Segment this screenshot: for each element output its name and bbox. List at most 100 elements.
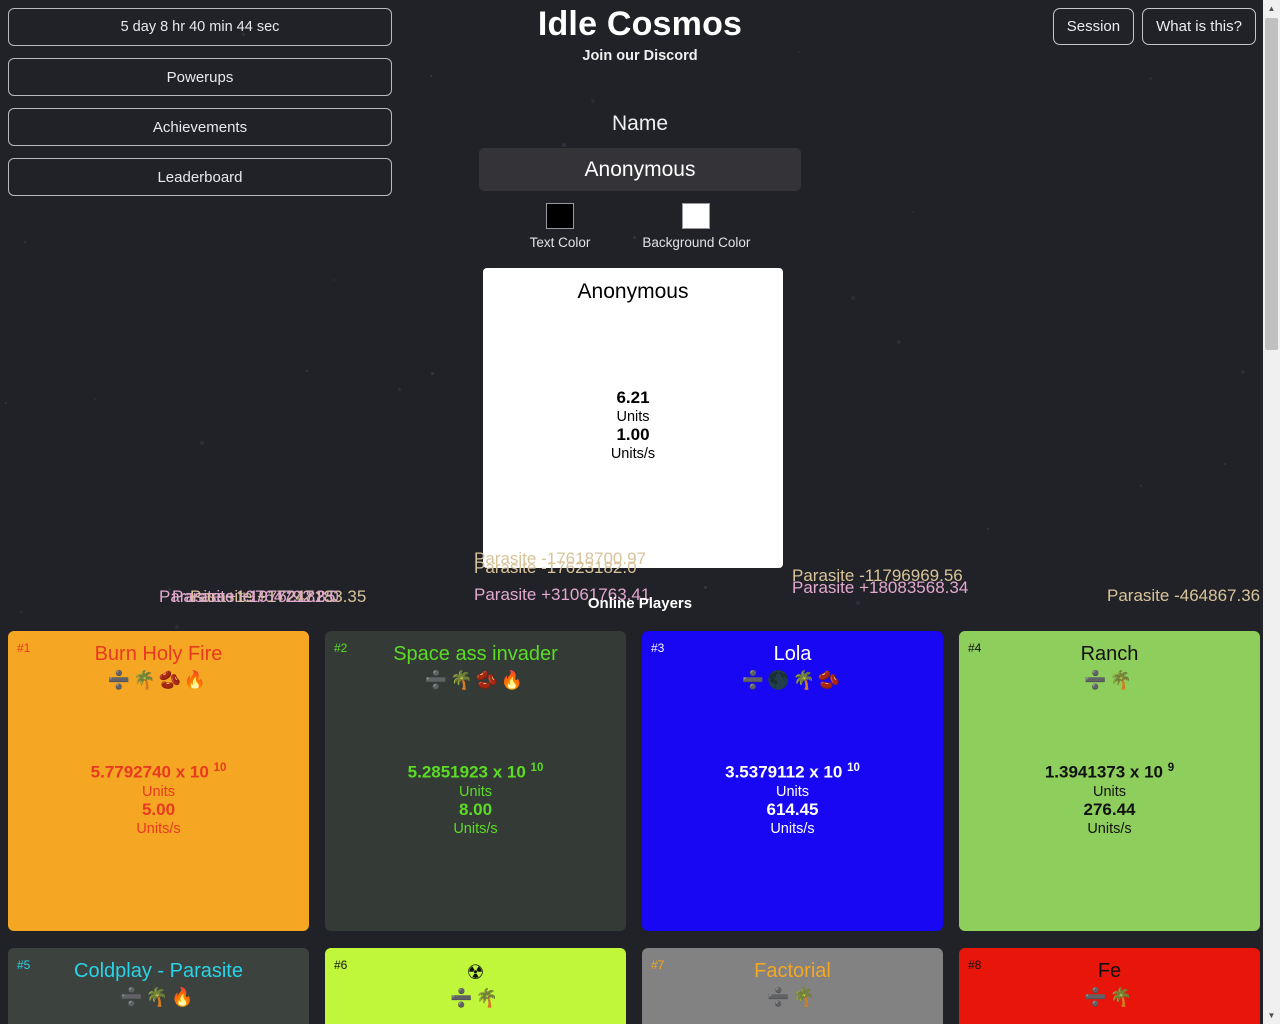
star-dot (94, 398, 96, 400)
preview-units-label: Units (616, 409, 650, 425)
name-settings-section: Name Text Color Background Color (0, 112, 1280, 250)
scroll-down-arrow-icon[interactable]: ▼ (1263, 1007, 1280, 1024)
star-dot (430, 75, 432, 77)
player-units-exponent: 10 (847, 762, 860, 774)
player-rank: #7 (651, 958, 665, 972)
player-rank: #3 (651, 641, 665, 655)
star-dot (987, 528, 989, 530)
player-units-value: 5.2851923 x 10 10 (407, 762, 544, 782)
star-dot (897, 340, 901, 344)
preview-rate-label: Units/s (610, 446, 656, 462)
player-rate-label: Units/s (770, 820, 815, 837)
player-rank: #5 (17, 958, 31, 972)
what-is-this-button[interactable]: What is this? (1142, 8, 1256, 45)
star-dot (1140, 485, 1142, 487)
player-rate-label: Units/s (1087, 820, 1132, 837)
header-actions: Session What is this? (1052, 8, 1256, 45)
preview-player-name: Anonymous (577, 280, 689, 303)
player-powerup-icons: ➗🌴 (1084, 670, 1135, 690)
player-card[interactable]: #6 ☢ ➗🌴 (325, 948, 626, 1024)
player-stats: 5.7792740 x 10 10 Units 5.00 Units/s (8, 762, 309, 837)
background-color-picker: Background Color (642, 203, 750, 250)
player-card[interactable]: #1 Burn Holy Fire ➗🌴🫘🔥 5.7792740 x 10 10 Uni… (8, 631, 309, 931)
idle-cosmos-page: 5 day 8 hr 40 min 44 sec Powerups Achiev… (0, 0, 1280, 1024)
player-rank: #8 (968, 958, 982, 972)
star-dot (175, 625, 179, 629)
star-dot (704, 586, 707, 589)
star-dot (798, 51, 800, 53)
page-scrollbar[interactable]: ▲ ▼ (1263, 0, 1280, 1024)
star-dot (1149, 77, 1152, 80)
player-units-value: 3.5379112 x 10 10 (725, 762, 860, 782)
session-timer-display: 5 day 8 hr 40 min 44 sec (8, 8, 392, 46)
discord-link[interactable]: Join our Discord (582, 48, 697, 64)
player-name: ☢ (466, 962, 485, 984)
player-rate-value: 276.44 (1083, 799, 1136, 819)
player-name: Burn Holy Fire (94, 643, 223, 665)
name-input[interactable] (479, 148, 801, 191)
text-color-swatch[interactable] (545, 203, 574, 229)
player-rate-value: 5.00 (141, 799, 176, 819)
player-rank: #4 (968, 641, 982, 655)
player-card[interactable]: #5 Coldplay - Parasite ➗🌴🔥 (8, 948, 309, 1024)
player-units-label: Units (775, 783, 810, 800)
background-color-swatch[interactable] (682, 203, 711, 229)
player-rank: #6 (334, 958, 348, 972)
player-rate-value: 8.00 (458, 799, 493, 819)
star-dot (168, 588, 171, 591)
player-card[interactable]: #3 Lola ➗🌑🌴🫘 3.5379112 x 10 10 Units 614.45 Un… (642, 631, 943, 931)
player-card[interactable]: #7 Factorial ➗🌴 (642, 948, 943, 1024)
star-dot (431, 372, 434, 375)
parasite-message: Parasite -11796969.56 (792, 566, 963, 585)
player-name: Fe (1097, 960, 1122, 982)
scroll-up-arrow-icon[interactable]: ▲ (1263, 0, 1280, 17)
player-card[interactable]: #8 Fe ➗🌴 (959, 948, 1260, 1024)
player-rate-label: Units/s (453, 820, 498, 837)
player-units-label: Units (458, 783, 493, 800)
player-name: Space ass invader (393, 643, 558, 665)
star-dot (591, 99, 595, 103)
name-label: Name (611, 112, 669, 135)
player-units-label: Units (1092, 783, 1127, 800)
player-rate-label: Units/s (136, 820, 181, 837)
player-rank: #2 (334, 641, 348, 655)
online-players-grid: #1 Burn Holy Fire ➗🌴🫘🔥 5.7792740 x 10 10 Uni… (8, 631, 1260, 1024)
star-dot (306, 370, 308, 372)
player-rank: #1 (17, 641, 31, 655)
player-units-value: 5.7792740 x 10 10 (90, 762, 227, 782)
player-stats: 3.5379112 x 10 10 Units 614.45 Units/s (642, 762, 943, 837)
player-powerup-icons: ➗🌴🫘🔥 (424, 670, 527, 690)
player-preview-card[interactable]: Anonymous 6.21 Units 1.00 Units/s (483, 268, 783, 568)
star-dot (1224, 463, 1226, 465)
session-button[interactable]: Session (1052, 8, 1135, 45)
preview-stats: 6.21 Units 1.00 Units/s (483, 388, 783, 462)
player-stats: 1.3941373 x 10 9 Units 276.44 Units/s (959, 762, 1260, 837)
star-dot (851, 296, 855, 300)
player-powerup-icons: ➗🌴🔥 (120, 987, 197, 1007)
player-powerup-icons: ➗🌴 (450, 988, 501, 1008)
player-card[interactable]: #2 Space ass invader ➗🌴🫘🔥 5.2851923 x 10 10… (325, 631, 626, 931)
player-powerup-icons: ➗🌴 (1084, 987, 1135, 1007)
player-units-value: 1.3941373 x 10 9 (1044, 762, 1175, 782)
player-powerup-icons: ➗🌑🌴🫘 (741, 670, 844, 690)
star-dot (200, 441, 204, 445)
player-powerup-icons: ➗🌴🫘🔥 (107, 670, 210, 690)
scrollbar-thumb[interactable] (1265, 18, 1278, 350)
player-name: Factorial (754, 960, 831, 982)
player-units-exponent: 10 (530, 762, 544, 774)
player-name: Ranch (1080, 643, 1139, 665)
preview-rate-value: 1.00 (616, 425, 650, 444)
sidebar-item-powerups[interactable]: Powerups (8, 58, 392, 96)
star-dot (398, 388, 401, 391)
player-card[interactable]: #4 Ranch ➗🌴 1.3941373 x 10 9 Units 276.44 Unit… (959, 631, 1260, 931)
star-dot (1241, 370, 1245, 374)
player-units-label: Units (141, 783, 176, 800)
player-units-exponent: 10 (213, 762, 227, 774)
player-powerup-icons: ➗🌴 (767, 987, 818, 1007)
color-pickers: Text Color Background Color (0, 203, 1280, 250)
player-stats: 5.2851923 x 10 10 Units 8.00 Units/s (325, 762, 626, 837)
player-rate-value: 614.45 (766, 799, 819, 819)
text-color-picker: Text Color (529, 203, 591, 250)
star-dot (5, 402, 7, 404)
text-color-label: Text Color (529, 235, 591, 250)
